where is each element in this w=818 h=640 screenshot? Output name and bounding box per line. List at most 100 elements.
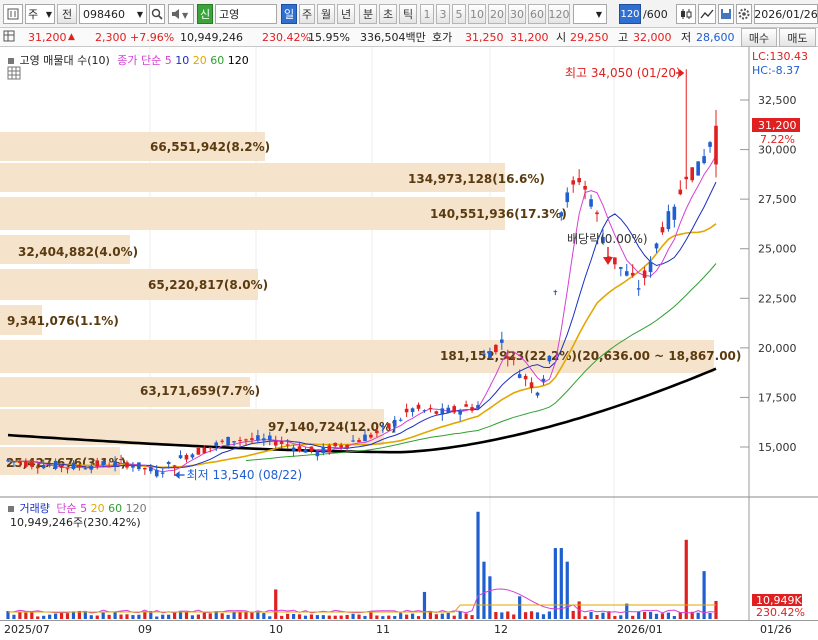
candle-body [83, 468, 88, 470]
volume-bar [339, 615, 343, 619]
count-input[interactable]: 120 [619, 4, 641, 24]
ma-legend-label[interactable]: 종가 단순 [117, 54, 161, 67]
volume-bar [405, 614, 409, 619]
num-button[interactable]: 60 [528, 4, 546, 24]
num-button[interactable]: 20 [488, 4, 506, 24]
volume-value-text: 10,949,246주(230.42%) [10, 516, 141, 529]
volume-bar [125, 614, 129, 619]
volume-bar [434, 614, 438, 619]
volume-bar [601, 612, 605, 619]
volume-bar [351, 613, 355, 619]
volume-bar [494, 611, 498, 619]
candle-body [470, 407, 474, 411]
stock-code-input[interactable]: 098460 ▼ [79, 4, 147, 24]
volume-bar [446, 612, 450, 619]
candle-body [267, 435, 272, 441]
volume-bar [107, 614, 111, 619]
turnover: 15.95% [308, 31, 350, 44]
period-month[interactable]: 월 [317, 4, 335, 24]
candle-body [523, 375, 528, 380]
num-button[interactable]: 5 [452, 4, 466, 24]
gear-icon[interactable] [736, 4, 752, 24]
period-second[interactable]: 초 [379, 4, 397, 24]
volume-bar [36, 616, 40, 619]
volume-bar [571, 610, 575, 619]
volume-bar [101, 612, 105, 619]
num-button[interactable]: 10 [468, 4, 486, 24]
volume-bar [137, 614, 141, 619]
num-button[interactable]: 120 [548, 4, 570, 24]
candle-body [446, 407, 451, 413]
search-icon[interactable] [149, 4, 165, 24]
candle-type-icon[interactable] [676, 4, 696, 24]
chevron-down-icon[interactable]: ▼ [573, 4, 607, 24]
candle-body [619, 267, 623, 269]
sell-button[interactable]: 매도 [779, 28, 816, 47]
num-button[interactable]: 30 [508, 4, 526, 24]
change-rate: +7.96% [130, 31, 175, 44]
candle-body [339, 445, 343, 448]
volume-bar [708, 612, 712, 619]
volume-bar [42, 615, 46, 619]
y-tick-label: 17,500 [758, 391, 797, 404]
buy-button[interactable]: 매수 [741, 28, 777, 47]
draw-tool-icon[interactable] [698, 4, 716, 24]
table-icon[interactable] [3, 30, 15, 45]
period-week[interactable]: 주 [299, 4, 315, 24]
period-year[interactable]: 년 [337, 4, 355, 24]
candle-body [690, 167, 695, 181]
settings-icon[interactable] [8, 58, 14, 64]
x-tick: 10 [269, 623, 283, 636]
candle-body [416, 404, 421, 409]
volume-bar [232, 611, 236, 619]
ma120-label[interactable]: 120 [228, 54, 249, 67]
volume-bar [280, 615, 284, 619]
volume-bar [458, 611, 462, 619]
speaker-icon[interactable]: ▼ [168, 4, 194, 24]
volume-bar [321, 615, 325, 619]
volume-profile-label: 140,551,936(17.3%) [430, 207, 567, 221]
ma10-label[interactable]: 10 [175, 54, 189, 67]
volume-bar [65, 613, 70, 619]
sin-badge[interactable]: 신 [197, 4, 213, 24]
candle-body [220, 440, 224, 442]
bid-price: 31,200 [510, 31, 549, 44]
date-field[interactable]: 2026/01/26 [754, 4, 818, 24]
candle-body [59, 465, 64, 468]
candle-body [583, 185, 587, 190]
num-button[interactable]: 3 [436, 4, 450, 24]
candle-body [398, 419, 403, 421]
volume-bar [286, 613, 290, 619]
settings-icon[interactable] [8, 506, 14, 512]
candle-body [95, 460, 100, 467]
candle-body [357, 440, 361, 443]
volume-bar [333, 615, 337, 619]
prev-button[interactable]: 전 [57, 4, 77, 24]
period-minute[interactable]: 분 [359, 4, 377, 24]
chart-area[interactable]: 66,551,942(8.2%) 134,973,128(16.6%) 140,55… [0, 47, 818, 620]
candle-body [65, 468, 70, 470]
volume-bar [547, 611, 552, 619]
save-icon[interactable] [718, 4, 734, 24]
candle-body [101, 461, 105, 466]
period-tick[interactable]: 틱 [399, 4, 417, 24]
stock-code-value: 098460 [83, 7, 125, 21]
num-button[interactable]: 1 [420, 4, 434, 24]
candle-body [702, 156, 706, 164]
candle-body [172, 465, 177, 467]
volume-bar [619, 615, 623, 619]
chart-menu-icon[interactable] [3, 4, 23, 24]
volume-bar [672, 615, 676, 619]
chart-title[interactable]: 고영 매물대 수(10) [20, 54, 110, 67]
ma20-label[interactable]: 20 [193, 54, 207, 67]
current-price: 31,200 [28, 31, 67, 44]
market-select[interactable]: 주 ▼ [25, 4, 55, 24]
x-axis: 2025/07 09 10 11 12 2026/01 01/26 [0, 620, 818, 640]
ma60-label[interactable]: 60 [210, 54, 224, 67]
ma5-label[interactable]: 5 [165, 54, 172, 67]
volume-bar [470, 615, 474, 619]
stock-name-field[interactable]: 고영 [215, 4, 277, 24]
x-tick: 11 [376, 623, 390, 636]
period-day[interactable]: 일 [281, 4, 297, 24]
volume-profile-label: 32,404,882(4.0%) [18, 245, 138, 259]
